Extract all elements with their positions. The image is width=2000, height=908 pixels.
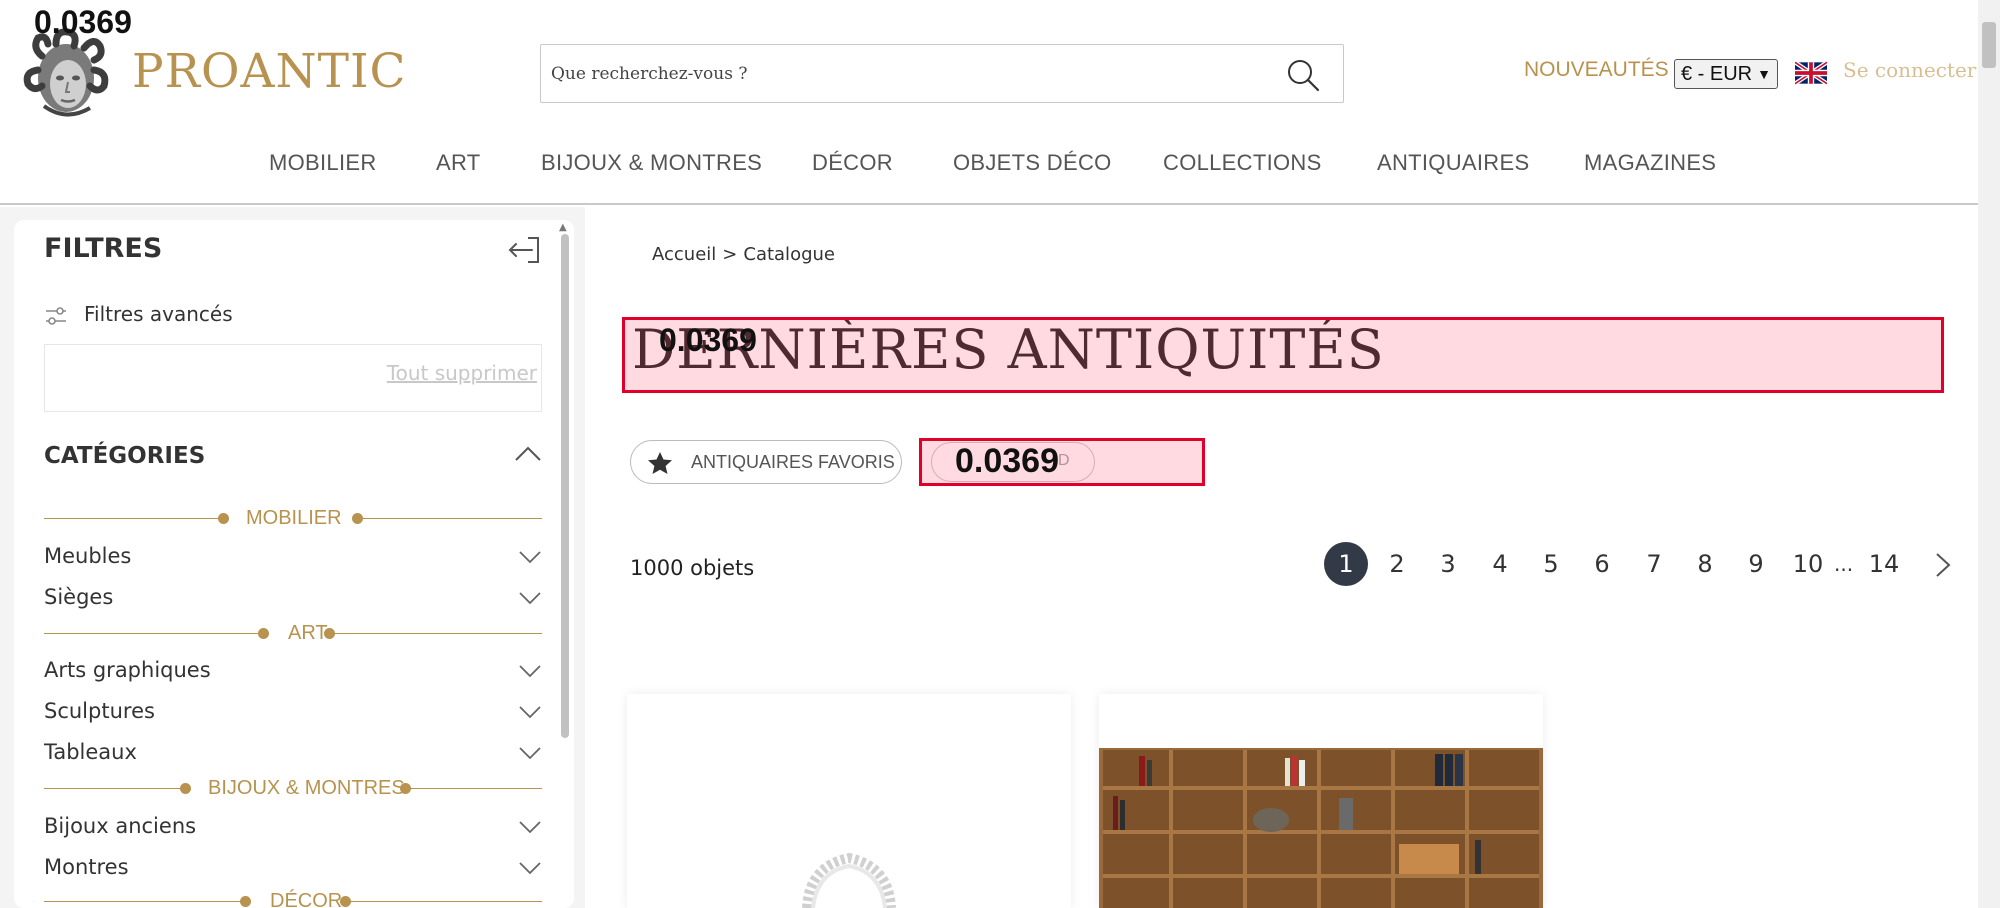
active-filters-box: Tout supprimer <box>44 344 542 412</box>
chevron-up-icon[interactable] <box>514 444 542 462</box>
nav-art[interactable]: ART <box>436 150 481 176</box>
category-group-label[interactable]: ART <box>288 622 328 645</box>
sliders-icon[interactable] <box>44 306 68 326</box>
breadcrumb-home[interactable]: Accueil <box>652 244 716 265</box>
product-image[interactable] <box>627 748 1071 908</box>
chevron-down-icon[interactable] <box>518 861 542 875</box>
page-scrollbar-thumb[interactable] <box>1982 22 1996 68</box>
page-7[interactable]: 7 <box>1632 542 1676 586</box>
page-6[interactable]: 6 <box>1580 542 1624 586</box>
nav-collections[interactable]: COLLECTIONS <box>1163 150 1322 176</box>
search-icon[interactable] <box>1285 57 1321 93</box>
category-group-mobilier: MOBILIER <box>44 507 542 531</box>
chevron-down-icon[interactable] <box>518 664 542 678</box>
page-1[interactable]: 1 <box>1324 542 1368 586</box>
chevron-down-icon[interactable] <box>518 820 542 834</box>
chevron-down-icon[interactable] <box>518 591 542 605</box>
bookcase-image <box>1099 748 1543 908</box>
categories-title[interactable]: CATÉGORIES <box>44 443 205 469</box>
category-item-montres[interactable]: Montres <box>44 855 542 885</box>
page-2[interactable]: 2 <box>1375 542 1419 586</box>
page-5[interactable]: 5 <box>1529 542 1573 586</box>
currency-value: € - EUR <box>1681 63 1753 85</box>
category-item-bijoux-anciens[interactable]: Bijoux anciens <box>44 814 542 844</box>
search-bar <box>540 44 1344 103</box>
pagination-ellipsis: ... <box>1834 552 1854 576</box>
category-group-bijoux-montres: BIJOUX & MONTRES <box>44 777 542 801</box>
search-input[interactable] <box>551 45 1251 102</box>
currency-select[interactable]: € - EUR ▼ <box>1674 59 1778 89</box>
uk-flag-icon[interactable] <box>1795 61 1827 85</box>
nouveautes-link[interactable]: NOUVEAUTÉS <box>1524 58 1669 82</box>
chevron-down-icon[interactable] <box>518 550 542 564</box>
nav-mobilier[interactable]: MOBILIER <box>269 150 377 176</box>
category-item-tableaux[interactable]: Tableaux <box>44 740 542 770</box>
product-image[interactable] <box>1099 748 1543 908</box>
product-card[interactable] <box>627 694 1071 908</box>
category-item-arts-graphiques[interactable]: Arts graphiques <box>44 658 542 688</box>
star-icon <box>648 452 672 474</box>
category-item-meubles[interactable]: Meubles <box>44 544 542 574</box>
category-group-label[interactable]: DÉCOR <box>270 890 342 908</box>
chevron-down-icon: ▼ <box>1757 66 1771 82</box>
page-scrollbar[interactable] <box>1978 0 2000 908</box>
debug-score-label: 0.0369 <box>955 442 1059 480</box>
brand-logo-text[interactable]: PROANTIC <box>132 44 407 99</box>
mirror-frame-image <box>802 852 896 908</box>
nav-objets-deco[interactable]: OBJETS DÉCO <box>953 150 1112 176</box>
page-4[interactable]: 4 <box>1478 542 1522 586</box>
favorite-dealers-button[interactable]: ANTIQUAIRES FAVORIS <box>630 440 902 484</box>
category-group-label[interactable]: MOBILIER <box>246 507 342 530</box>
advanced-filters-link[interactable]: Filtres avancés <box>84 302 233 326</box>
clear-all-link[interactable]: Tout supprimer <box>387 361 537 385</box>
filters-sidebar: FILTRES Filtres avancés Tout supprimer C… <box>14 220 574 908</box>
product-card[interactable] <box>1099 694 1543 908</box>
category-group-label[interactable]: BIJOUX & MONTRES <box>208 777 405 800</box>
chevron-down-icon[interactable] <box>518 705 542 719</box>
chevron-down-icon[interactable] <box>518 746 542 760</box>
login-link[interactable]: Se connecter <box>1843 58 1976 82</box>
nav-magazines[interactable]: MAGAZINES <box>1584 150 1716 176</box>
category-group-decor: DÉCOR <box>44 890 542 908</box>
page-8[interactable]: 8 <box>1683 542 1727 586</box>
collapse-sidebar-icon[interactable] <box>506 234 542 266</box>
category-group-art: ART <box>44 622 542 646</box>
page-10[interactable]: 10 <box>1786 542 1830 586</box>
debug-score-label: 0.0369 <box>34 4 132 40</box>
nav-antiquaires[interactable]: ANTIQUAIRES <box>1377 150 1529 176</box>
nav-decor[interactable]: DÉCOR <box>812 150 893 176</box>
scroll-up-arrow-icon[interactable]: ▲ <box>559 222 567 233</box>
category-item-sieges[interactable]: Sièges <box>44 585 542 615</box>
pagination: 1 2 3 4 5 6 7 8 9 10 ... 14 <box>1320 542 1960 590</box>
debug-score-label: 0.0369 <box>659 322 757 358</box>
nav-bijoux-montres[interactable]: BIJOUX & MONTRES <box>541 150 762 176</box>
main-nav: MOBILIER ART BIJOUX & MONTRES DÉCOR OBJE… <box>0 150 1978 190</box>
results-count: 1000 objets <box>630 556 755 580</box>
breadcrumb: Accueil > Catalogue <box>652 244 841 265</box>
site-header: PROANTIC NOUVEAUTÉS € - EUR ▼ Se connect… <box>0 0 1978 205</box>
debug-highlight-box <box>622 317 1944 393</box>
page-last[interactable]: 14 <box>1862 542 1906 586</box>
category-item-sculptures[interactable]: Sculptures <box>44 699 542 729</box>
page-9[interactable]: 9 <box>1734 542 1778 586</box>
breadcrumb-separator: > <box>722 244 738 265</box>
sidebar-scrollbar[interactable] <box>561 234 569 738</box>
breadcrumb-current: Catalogue <box>743 244 835 265</box>
page-3[interactable]: 3 <box>1426 542 1470 586</box>
next-page-icon[interactable] <box>1934 552 1952 578</box>
filters-title: FILTRES <box>44 233 163 264</box>
